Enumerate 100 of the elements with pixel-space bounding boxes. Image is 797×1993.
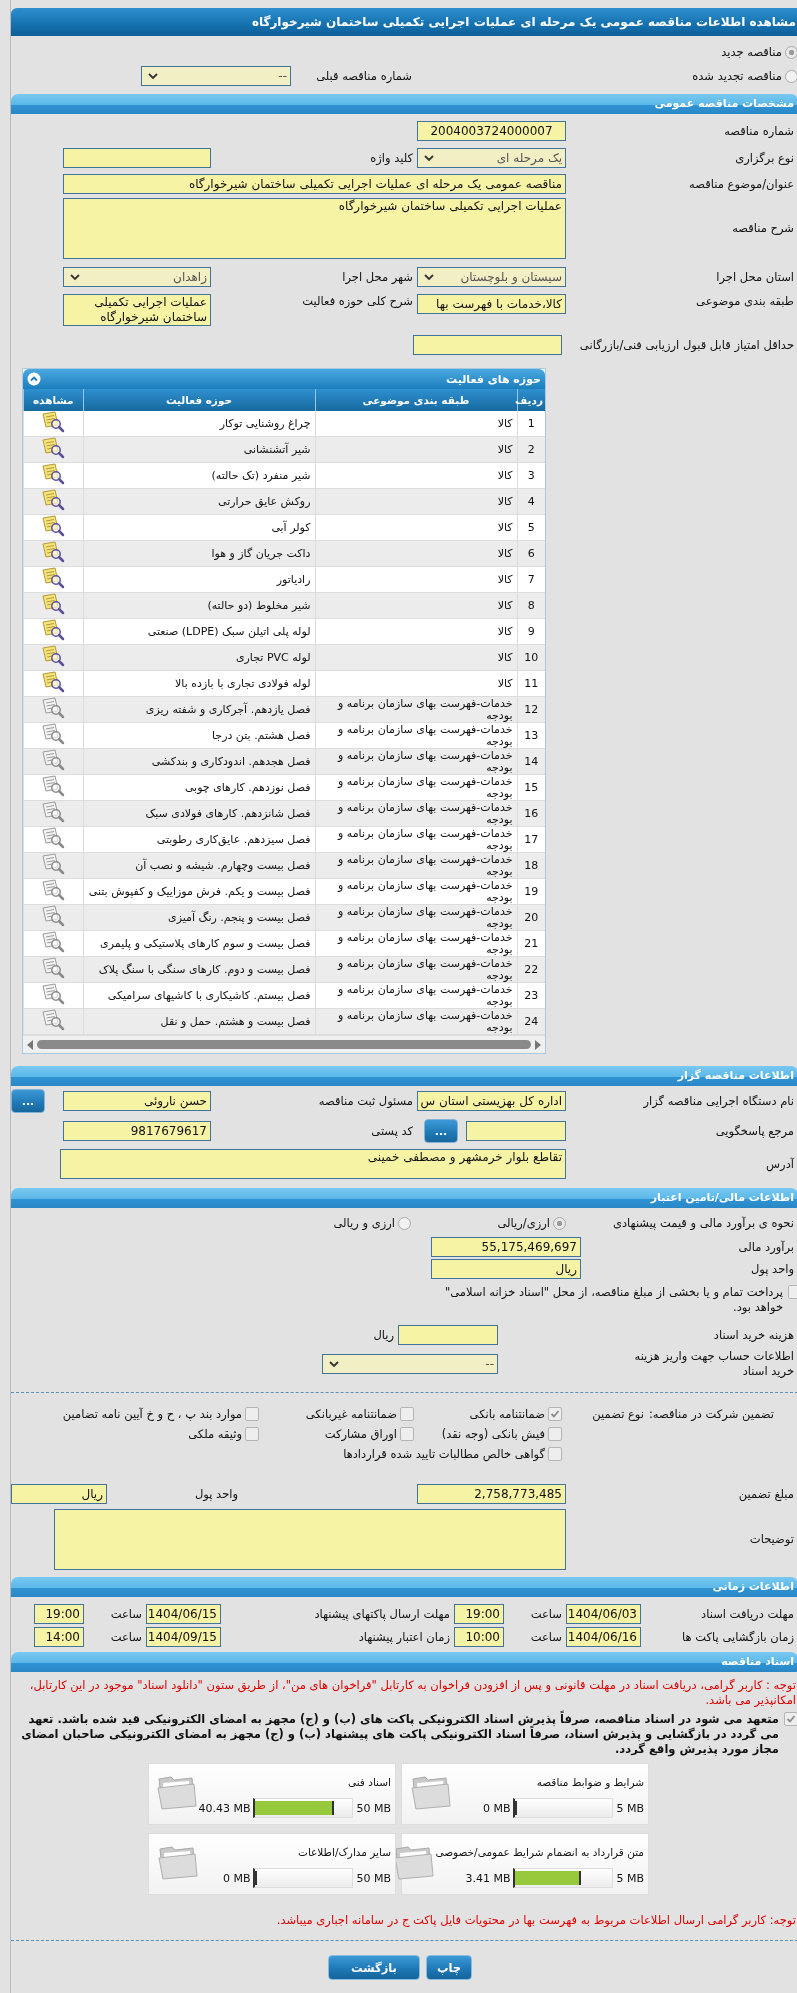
field-label: زمان اعتبار پیشنهاد [358, 1629, 451, 1644]
radio-option[interactable]: ارزی و ریالی [11, 1216, 411, 1230]
document-search-icon[interactable] [41, 801, 66, 823]
caret-icon [424, 273, 434, 281]
city-select[interactable]: زاهدان [63, 267, 211, 287]
document-search-icon[interactable] [41, 411, 66, 433]
table-cell: 6 [517, 540, 545, 567]
checkbox[interactable] [548, 1407, 562, 1421]
document-search-icon[interactable] [41, 619, 66, 641]
min-score-field[interactable] [413, 335, 562, 355]
notes-textarea[interactable] [54, 1508, 566, 1570]
description-textarea[interactable]: عملیات اجرایی تکمیلی ساختمان شیرخوارگاه [63, 197, 566, 259]
agency-field[interactable]: اداره کل بهزیستی استان س [417, 1091, 566, 1111]
checkbox[interactable] [245, 1407, 259, 1421]
document-search-icon[interactable] [41, 853, 66, 875]
checkbox[interactable] [548, 1427, 562, 1441]
holding-type-select[interactable]: یک مرحله ای [417, 147, 566, 168]
registrar-field[interactable]: حسن ناروئی [63, 1091, 211, 1111]
checkbox[interactable] [245, 1427, 259, 1441]
checkbox-label: پرداخت تمام و یا بخشی از مبلغ مناقصه، از محل "اسناد خزانه اسلامی" خواهد بود. [443, 1285, 783, 1315]
table-cell: فصل هجدهم. اندودکاری و بندکشی [83, 748, 315, 775]
notice-text: توجه : کاربر گرامی، دریافت اسناد در مهلت قانونی و پس از افزودن فراخوان به کارتابل "فراخوان های من"، از طریق ستون "دانلود اسناد" موجود در این کارتابل، امکانپذیر می باشد. [28, 1678, 797, 1708]
more-button[interactable]: ... [424, 1119, 458, 1143]
time-field[interactable]: 19:00 [454, 1603, 504, 1624]
field-label: شماره مناقصه قبلی [316, 69, 413, 83]
panel-title: حوزه های فعالیت [446, 372, 541, 386]
file-title: شرایط و ضوابط مناقصه [536, 1775, 644, 1788]
address-textarea[interactable]: تقاطع بلوار خرمشهر و مصطفی خمینی [60, 1149, 566, 1179]
field-label: ساعت [110, 1606, 143, 1621]
field-label: ریال [373, 1328, 395, 1342]
checkbox[interactable] [784, 1712, 797, 1726]
document-search-icon[interactable] [41, 593, 66, 615]
document-search-icon[interactable] [41, 697, 66, 719]
province-select[interactable]: سیستان و بلوچستان [417, 267, 566, 287]
guarantee-currency-field[interactable]: ریال [11, 1484, 107, 1504]
previous-tender-select[interactable]: -- [141, 66, 291, 86]
keyword-field[interactable] [63, 147, 211, 168]
time-field[interactable]: 14:00 [34, 1626, 84, 1647]
category-field[interactable]: کالا،خدمات با فهرست بها [417, 294, 566, 314]
section-header: اطلاعات زمانی [11, 1577, 797, 1597]
collapse-icon[interactable] [27, 372, 41, 386]
date-field[interactable]: 1404/06/03 [566, 1603, 641, 1624]
radio-option[interactable]: ارزی/ریالی [411, 1216, 566, 1230]
back-button[interactable]: بازگشت [328, 1955, 420, 1980]
table-cell: فصل نوزدهم. کارهای چوبی [83, 774, 315, 801]
tender-number-field[interactable]: 2004003724000007 [417, 120, 566, 141]
radio-option[interactable]: مناقصه جدید [678, 45, 797, 59]
document-search-icon[interactable] [41, 931, 66, 953]
checkbox[interactable] [400, 1427, 414, 1441]
document-search-icon[interactable] [41, 723, 66, 745]
document-search-icon[interactable] [41, 463, 66, 485]
document-search-icon[interactable] [41, 775, 66, 797]
document-search-icon[interactable] [41, 983, 66, 1005]
commitment-text: متعهد می شود در اسناد مناقصه، صرفاً پذیرش اسناد الکترونیکی پاکت های (ب) و (ج) مجهز به امضای الکترونیکی قید شده باشد. تعهد می گردد در بازگشایی و پذیرش اسناد، صرفاً اسناد الکترونیکی پاکت های پیشنهاد (ب) و (ج) مجهز به امضای الکترونیکی صاحبان امضای مجاز مورد پذیرش واقع گردد. [20, 1712, 779, 1757]
horizontal-scrollbar[interactable] [23, 1035, 545, 1053]
table-cell: کولر آبی [83, 514, 315, 541]
field-label: نوع تضمین [592, 1407, 645, 1421]
field-label: آدرس [766, 1157, 795, 1171]
field-label: واحد پول [750, 1262, 795, 1276]
more-button[interactable]: ... [11, 1089, 45, 1113]
activity-summary-field[interactable]: عملیات اجرایی تکمیلی ساختمان شیرخوارگاه [63, 294, 211, 326]
section-header: اطلاعات مناقصه گزار [11, 1066, 797, 1086]
document-search-icon[interactable] [41, 957, 66, 979]
document-search-icon[interactable] [41, 879, 66, 901]
document-search-icon[interactable] [41, 671, 66, 693]
table-cell: روکش عایق حرارتی [83, 488, 315, 515]
checkbox[interactable] [548, 1447, 562, 1461]
document-search-icon[interactable] [41, 905, 66, 927]
date-field[interactable]: 1404/06/15 [146, 1603, 221, 1624]
document-fee-field[interactable] [398, 1325, 498, 1345]
postal-code-field[interactable]: 9817679617 [63, 1121, 211, 1141]
document-search-icon[interactable] [41, 437, 66, 459]
radio-option[interactable]: مناقصه تجدید شده [678, 69, 797, 83]
field-label: مهلت ارسال پاکتهای پیشنهاد [314, 1606, 451, 1621]
estimate-field[interactable]: 55,175,469,697 [431, 1237, 581, 1257]
document-search-icon[interactable] [41, 827, 66, 849]
time-field[interactable]: 10:00 [454, 1626, 504, 1647]
table-cell: خدمات-فهرست بهای سازمان برنامه و بودجه [315, 982, 517, 1009]
guarantee-amount-field[interactable]: 2,758,773,485 [417, 1484, 566, 1504]
date-field[interactable]: 1404/06/16 [566, 1626, 641, 1647]
checkbox[interactable] [400, 1407, 414, 1421]
document-search-icon[interactable] [41, 541, 66, 563]
time-field[interactable]: 19:00 [34, 1603, 84, 1624]
document-search-icon[interactable] [41, 645, 66, 667]
table-cell: کالا [315, 566, 517, 593]
document-search-icon[interactable] [41, 1009, 66, 1031]
subject-field[interactable]: مناقصه عمومی یک مرحله ای عملیات اجرایی تکمیلی ساختمان شیرخوارگاه [63, 173, 566, 194]
document-search-icon[interactable] [41, 749, 66, 771]
notice-text: توجه: کاربر گرامی ارسال اطلاعات مربوط به فهرست بها در محتویات فایل پاکت ج در سامانه اجباری میباشد. [275, 1913, 797, 1928]
reference-field[interactable] [466, 1121, 566, 1141]
document-search-icon[interactable] [41, 567, 66, 589]
document-search-icon[interactable] [41, 489, 66, 511]
print-button[interactable]: چاپ [426, 1955, 472, 1980]
account-select[interactable]: -- [322, 1354, 498, 1374]
document-search-icon[interactable] [41, 515, 66, 537]
currency-field[interactable]: ریال [431, 1259, 581, 1279]
table-cell: 1 [517, 411, 545, 437]
table-cell: لوله PVC تجاری [83, 644, 315, 671]
table-cell: خدمات-فهرست بهای سازمان برنامه و بودجه [315, 904, 517, 931]
date-field[interactable]: 1404/09/15 [146, 1626, 221, 1647]
